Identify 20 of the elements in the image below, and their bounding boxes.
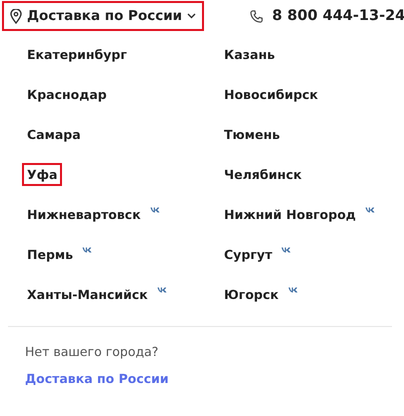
city-link[interactable]: Новосибирск: [219, 82, 324, 106]
city-link[interactable]: Екатеринбург: [22, 42, 132, 66]
city-link[interactable]: Казань: [219, 42, 280, 66]
city-link[interactable]: Уфа: [22, 162, 62, 186]
city-link[interactable]: Краснодар: [22, 82, 112, 106]
location-pin-icon: [10, 8, 22, 24]
city-link[interactable]: Челябинск: [219, 162, 307, 186]
delivery-link[interactable]: Доставка по России: [25, 371, 404, 386]
region-selector[interactable]: Доставка по России: [2, 1, 204, 31]
chevron-down-icon: [187, 13, 196, 19]
city-link[interactable]: Пермь: [22, 242, 78, 266]
city-link[interactable]: Югорск: [219, 282, 284, 306]
city-link[interactable]: Нижневартовск: [22, 202, 146, 226]
no-city-text: Нет вашего города?: [25, 344, 160, 359]
phone-icon: [250, 10, 264, 22]
city-link[interactable]: Тюмень: [219, 122, 285, 146]
city-link[interactable]: Самара: [22, 122, 86, 146]
city-link[interactable]: Сургут: [219, 242, 278, 266]
city-link[interactable]: Ханты-Мансийск: [22, 282, 153, 306]
city-link[interactable]: Нижний Новгород: [219, 202, 361, 226]
